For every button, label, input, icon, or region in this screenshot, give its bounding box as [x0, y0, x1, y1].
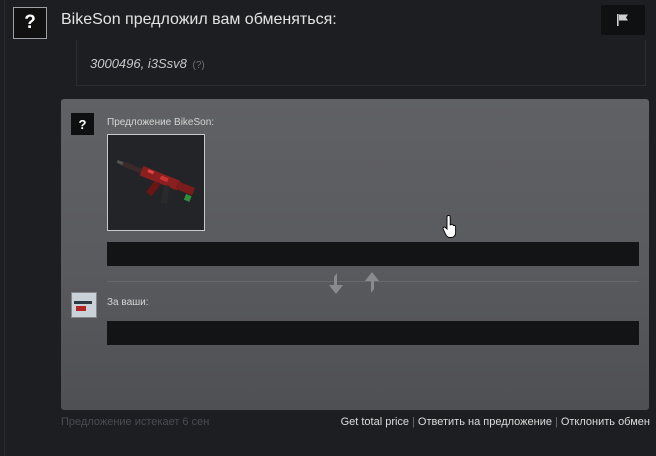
get-total-price-link[interactable]: Get total price [341, 416, 409, 428]
offer-items-bar [107, 242, 639, 266]
swap-down-arrow-icon [329, 273, 343, 294]
user-avatar-icon[interactable] [71, 292, 97, 318]
offer-label: Предложение BikeSon: [107, 117, 215, 128]
your-items-bar [107, 321, 639, 345]
trade-offer-title: BikeSon предложил вам обменяться: [61, 11, 337, 28]
decline-trade-link[interactable]: Отклонить обмен [561, 416, 650, 428]
your-items-label: За ваши: [107, 297, 149, 308]
message-help-link[interactable]: (?) [192, 60, 204, 71]
offer-expiry-text: Предложение истекает 6 сен [61, 416, 210, 428]
report-flag-button[interactable] [601, 5, 645, 35]
trade-message: 3000496, i3Ssv8 (?) [90, 56, 205, 71]
hand-cursor-icon [442, 215, 457, 238]
flag-icon [617, 14, 628, 26]
trader-avatar[interactable]: ? [13, 7, 47, 39]
counter-offer-link[interactable]: Ответить на предложение [418, 416, 552, 428]
swap-up-arrow-icon [365, 272, 379, 293]
left-edge-line [4, 0, 5, 456]
rifle-skin-icon [116, 160, 195, 204]
separator: | [554, 416, 558, 428]
offer-item-slot[interactable] [107, 134, 205, 231]
offerer-avatar[interactable]: ? [71, 113, 94, 135]
separator: | [412, 416, 415, 428]
offer-actions: Get total price | Ответить на предложение |… [341, 416, 650, 428]
trade-message-text: 3000496, i3Ssv8 [90, 56, 187, 71]
